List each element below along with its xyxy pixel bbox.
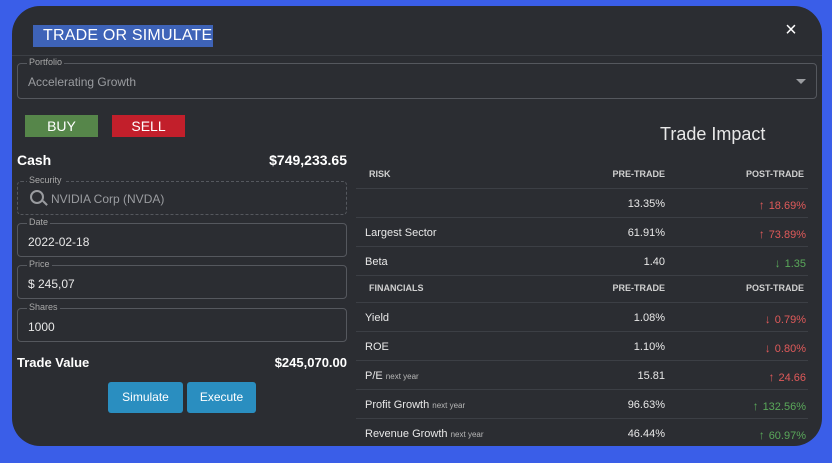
post-trade-header: POST-TRADE	[745, 169, 804, 179]
execute-button[interactable]: Execute	[187, 382, 256, 413]
header-divider	[12, 55, 822, 56]
row-label: Beta	[365, 256, 388, 268]
trade-dialog: TRADE OR SIMULATE × Portfolio Accelerati…	[12, 6, 822, 446]
security-field[interactable]: Security NVIDIA Corp (NVDA)	[17, 175, 347, 215]
row-label-text: Profit Growth	[365, 399, 430, 411]
row-sublabel: next year	[450, 430, 484, 439]
security-label: Security	[27, 175, 64, 185]
date-label: Date	[27, 217, 51, 227]
shares-value: 1000	[28, 320, 55, 334]
post-value: 0.79%	[774, 314, 806, 326]
post-value: 60.97%	[768, 430, 806, 442]
portfolio-select[interactable]: Portfolio Accelerating Growth	[17, 57, 817, 99]
row-sublabel: next year	[385, 372, 419, 381]
arrow-down-icon: ↓	[764, 341, 771, 355]
post-value: 0.80%	[774, 343, 806, 355]
row-pre: 96.63%	[627, 399, 665, 411]
shares-field[interactable]: Shares 1000	[17, 302, 347, 342]
arrow-up-icon: ↑	[752, 399, 759, 413]
post-value: 18.69%	[768, 200, 806, 212]
row-pre: 1.40	[643, 256, 665, 268]
row-label: Revenue Growth next year	[365, 428, 484, 440]
simulate-button[interactable]: Simulate	[108, 382, 183, 413]
post-value: 1.35	[784, 258, 806, 270]
row-label-text: Revenue Growth	[365, 428, 448, 440]
row-post: ↑ 60.97%	[759, 428, 806, 442]
sell-button[interactable]: SELL	[112, 115, 185, 137]
search-icon	[30, 190, 44, 204]
table-row: Beta 1.40 ↓ 1.35	[356, 247, 808, 276]
row-pre: 61.91%	[627, 227, 665, 239]
post-trade-header: POST-TRADE	[745, 283, 804, 293]
financials-header-row: FINANCIALS PRE-TRADE POST-TRADE	[356, 274, 808, 303]
cash-label: Cash	[17, 152, 52, 168]
date-field[interactable]: Date 2022-02-18	[17, 217, 347, 257]
row-pre: 46.44%	[627, 428, 665, 440]
financials-header: FINANCIALS	[369, 283, 424, 293]
price-label: Price	[27, 259, 52, 269]
price-field[interactable]: Price $ 245,07	[17, 259, 347, 299]
pre-trade-header: PRE-TRADE	[612, 169, 665, 179]
date-value: 2022-02-18	[28, 235, 90, 249]
price-value: $ 245,07	[28, 277, 75, 291]
arrow-up-icon: ↑	[758, 198, 765, 212]
arrow-down-icon: ↓	[774, 256, 781, 270]
row-pre: 1.08%	[633, 312, 665, 324]
dropdown-arrow-icon[interactable]	[796, 79, 806, 84]
table-row: 13.35% ↑ 18.69%	[356, 189, 808, 218]
table-row: ROE 1.10% ↓ 0.80%	[356, 332, 808, 361]
row-sublabel: next year	[432, 401, 466, 410]
row-post: ↓ 0.79%	[765, 312, 806, 326]
table-row: Yield 1.08% ↓ 0.79%	[356, 303, 808, 332]
arrow-up-icon: ↑	[768, 370, 775, 384]
pre-trade-header: PRE-TRADE	[612, 283, 665, 293]
row-post: ↓ 1.35	[775, 256, 806, 270]
row-post: ↑ 132.56%	[753, 399, 806, 413]
table-row: P/E next year 15.81 ↑ 24.66	[356, 361, 808, 390]
table-row: Revenue Growth next year 46.44% ↑ 60.97%	[356, 419, 808, 446]
row-label: Yield	[365, 312, 390, 324]
security-value: NVIDIA Corp (NVDA)	[51, 192, 165, 206]
risk-header: RISK	[369, 169, 391, 179]
row-label: ROE	[365, 341, 389, 353]
shares-label: Shares	[27, 302, 60, 312]
buy-button[interactable]: BUY	[25, 115, 98, 137]
risk-header-row: RISK PRE-TRADE POST-TRADE	[356, 160, 808, 189]
row-label: Largest Sector	[365, 227, 437, 239]
row-post: ↑ 73.89%	[759, 227, 806, 241]
row-pre: 13.35%	[627, 198, 665, 210]
post-value: 24.66	[778, 372, 806, 384]
post-value: 73.89%	[768, 229, 806, 241]
arrow-up-icon: ↑	[758, 428, 765, 442]
table-row: Profit Growth next year 96.63% ↑ 132.56%	[356, 390, 808, 419]
row-label-text: P/E	[365, 370, 383, 382]
row-label: P/E next year	[365, 370, 419, 382]
row-pre: 15.81	[637, 370, 665, 382]
row-post: ↑ 24.66	[768, 370, 806, 384]
close-icon[interactable]: ×	[781, 20, 801, 40]
table-row: Largest Sector 61.91% ↑ 73.89%	[356, 218, 808, 247]
trade-impact-title: Trade Impact	[660, 124, 766, 144]
row-pre: 1.10%	[633, 341, 665, 353]
row-post: ↑ 18.69%	[759, 198, 806, 212]
post-value: 132.56%	[762, 401, 806, 413]
arrow-down-icon: ↓	[764, 312, 771, 326]
arrow-up-icon: ↑	[758, 227, 765, 241]
cash-value: $749,233.65	[269, 152, 347, 168]
row-label: Profit Growth next year	[365, 399, 465, 411]
trade-value-label: Trade Value	[17, 355, 90, 370]
dialog-title: TRADE OR SIMULATE	[33, 25, 213, 47]
portfolio-label: Portfolio	[27, 57, 65, 67]
portfolio-value: Accelerating Growth	[28, 75, 137, 89]
trade-value-amount: $245,070.00	[274, 355, 347, 370]
row-post: ↓ 0.80%	[765, 341, 806, 355]
